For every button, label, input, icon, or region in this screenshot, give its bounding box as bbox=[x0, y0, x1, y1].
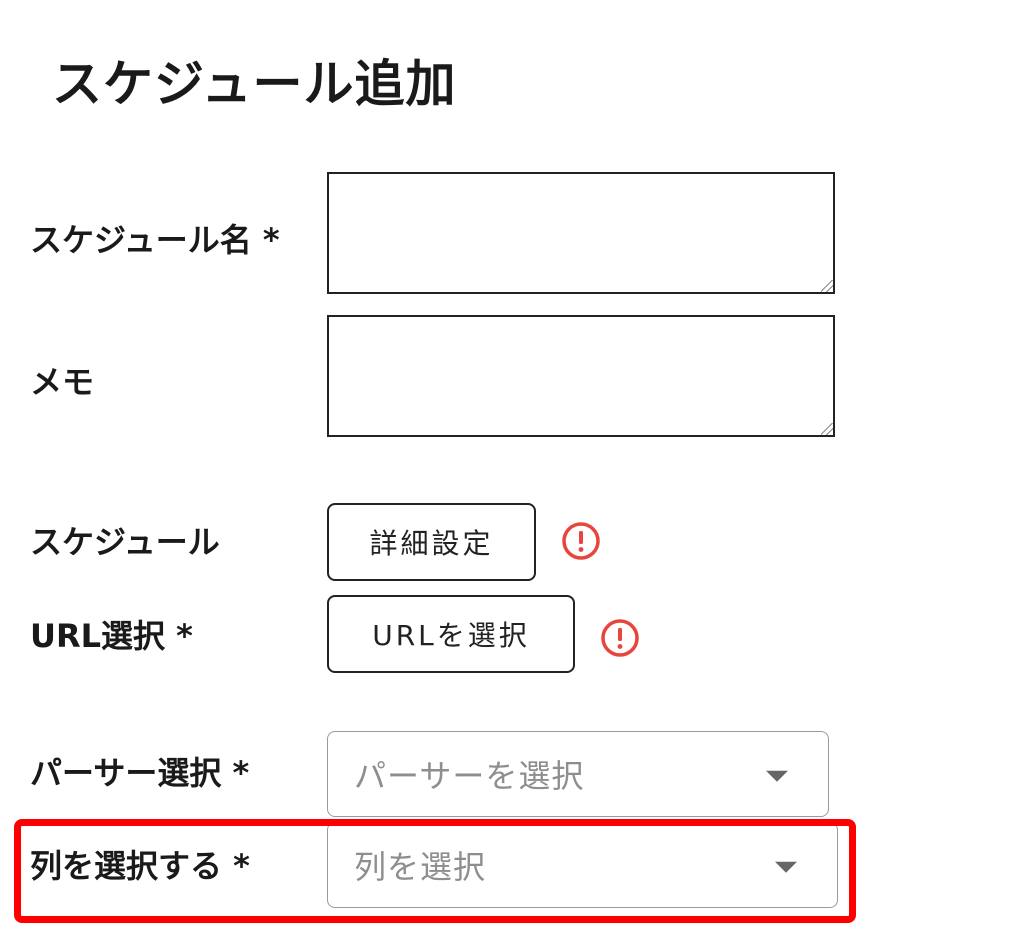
caret-down-icon bbox=[775, 861, 797, 873]
exclamation-circle-icon bbox=[600, 618, 640, 658]
detail-settings-button[interactable]: 詳細設定 bbox=[327, 503, 536, 581]
caret-down-icon bbox=[766, 770, 788, 782]
page-title: スケジュール追加 bbox=[52, 55, 457, 113]
select-url-button[interactable]: URLを選択 bbox=[327, 595, 575, 673]
schedule-name-label: スケジュール名 * bbox=[30, 221, 280, 259]
schedule-add-page: スケジュール追加 スケジュール名 * メモ スケジュール 詳細設定 URL選択 … bbox=[0, 0, 1024, 936]
schedule-label: スケジュール bbox=[30, 523, 220, 561]
parser-select-placeholder: パーサーを選択 bbox=[354, 757, 585, 795]
parser-select[interactable]: パーサーを選択 bbox=[327, 731, 829, 817]
memo-resize-handle[interactable] bbox=[821, 423, 833, 435]
url-label: URL選択 * bbox=[30, 617, 193, 655]
column-select[interactable]: 列を選択 bbox=[327, 822, 838, 908]
column-select-placeholder: 列を選択 bbox=[354, 848, 487, 886]
memo-input[interactable] bbox=[327, 315, 835, 437]
schedule-name-resize-handle[interactable] bbox=[821, 280, 833, 292]
schedule-name-input[interactable] bbox=[327, 172, 835, 294]
memo-label: メモ bbox=[30, 363, 95, 401]
column-label: 列を選択する * bbox=[30, 847, 250, 885]
parser-label: パーサー選択 * bbox=[30, 754, 250, 792]
exclamation-circle-icon bbox=[561, 521, 601, 561]
